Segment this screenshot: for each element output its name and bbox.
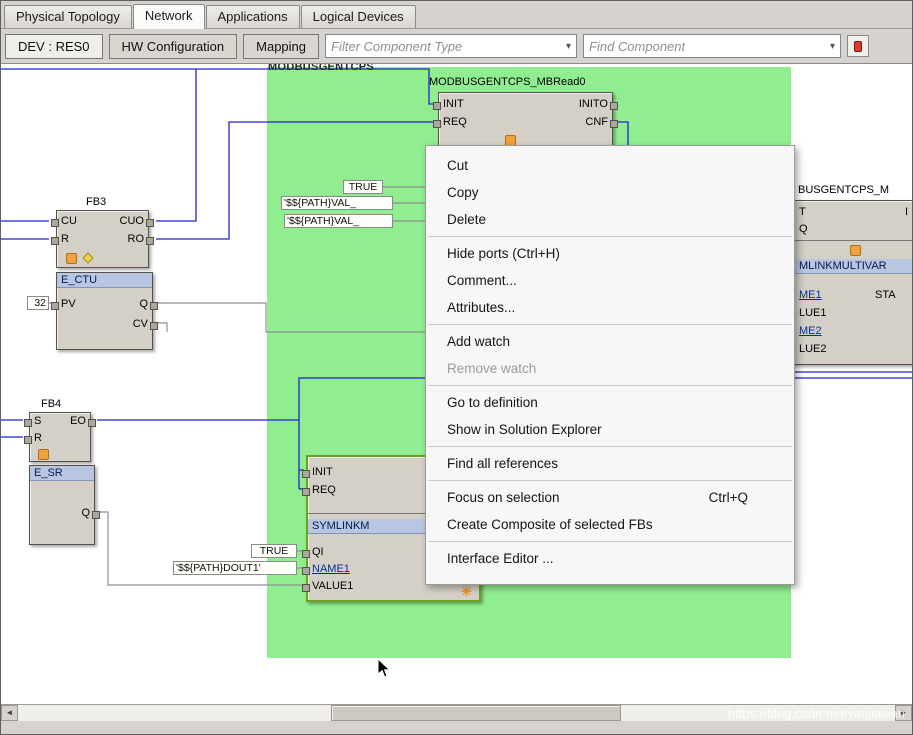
port-init[interactable]: INIT [312, 466, 333, 479]
mapping-button[interactable]: Mapping [243, 34, 319, 59]
menu-item-remove-watch: Remove watch [426, 355, 794, 382]
hw-configuration-button[interactable]: HW Configuration [109, 34, 238, 59]
tab-bar: Physical Topology Network Applications L… [1, 1, 912, 29]
menu-item-show-in-solution-explorer[interactable]: Show in Solution Explorer [426, 416, 794, 443]
fb4-esr-block[interactable]: E_SR Q [29, 465, 95, 545]
online-mode-button[interactable] [847, 35, 869, 57]
menu-item-focus-on-selection[interactable]: Focus on selectionCtrl+Q [426, 484, 794, 511]
port-inito[interactable]: INITO [579, 98, 608, 111]
menu-item-go-to-definition[interactable]: Go to definition [426, 389, 794, 416]
flag-icon [82, 252, 93, 263]
port-name1[interactable]: NAME1 [312, 563, 350, 576]
tab-logical-devices[interactable]: Logical Devices [301, 5, 416, 28]
value-label-pv[interactable]: 32 [27, 296, 49, 310]
find-placeholder: Find Component [589, 39, 685, 54]
menu-item-find-all-references[interactable]: Find all references [426, 450, 794, 477]
port-eo[interactable]: EO [70, 415, 86, 428]
watch-badge-icon [66, 253, 77, 264]
port-name1-fragment[interactable]: ME1 [799, 289, 822, 302]
menu-item-add-watch[interactable]: Add watch [426, 328, 794, 355]
menu-shortcut: Ctrl+Q [709, 484, 748, 511]
red-square-icon [854, 41, 862, 52]
port-cuo[interactable]: CUO [120, 215, 144, 228]
filter-placeholder: Filter Component Type [331, 39, 462, 54]
menu-separator [428, 324, 792, 325]
fb-title-right: BUSGENTCPS_M [798, 184, 889, 196]
port-req-fragment[interactable]: Q [799, 223, 808, 236]
fb-instance-label-modbusgentcps: MODBUSGENTCPS [268, 64, 374, 73]
menu-item-attributes[interactable]: Attributes... [426, 294, 794, 321]
port-value1[interactable]: VALUE1 [312, 580, 353, 593]
port-cu[interactable]: CU [61, 215, 77, 228]
port-name2-fragment[interactable]: ME2 [799, 325, 822, 338]
port-q[interactable]: Q [81, 507, 90, 520]
app-window: Physical Topology Network Applications L… [0, 0, 913, 735]
context-menu: Cut Copy Delete Hide ports (Ctrl+H) Comm… [425, 145, 795, 585]
dev-res0-button[interactable]: DEV : RES0 [5, 34, 103, 59]
menu-separator [428, 480, 792, 481]
menu-item-create-composite[interactable]: Create Composite of selected FBs [426, 511, 794, 538]
port-q[interactable]: Q [139, 298, 148, 311]
chevron-down-icon[interactable]: ▾ [824, 41, 835, 52]
fb3-ectu-block[interactable]: E_CTU PV Q CV [56, 272, 153, 350]
fb-title-fb4: FB4 [41, 398, 61, 410]
port-cv[interactable]: CV [133, 318, 148, 331]
tab-physical-topology[interactable]: Physical Topology [4, 5, 132, 28]
scroll-left-button[interactable]: ◄ [1, 705, 18, 721]
value-label-true[interactable]: TRUE [343, 180, 383, 194]
watch-badge-icon [850, 245, 861, 256]
fb-title-mbread0: MODBUSGENTCPS_MBRead0 [429, 76, 586, 88]
network-editor-canvas[interactable]: MODBUSGENTCPS MODBUSGENTCPS_MBRead0 INIT… [1, 64, 912, 704]
menu-item-copy[interactable]: Copy [426, 179, 794, 206]
port-inito-fragment[interactable]: I [905, 206, 908, 219]
port-qi[interactable]: QI [312, 546, 324, 559]
port-status-fragment[interactable]: STA [875, 289, 896, 302]
toolbar: DEV : RES0 HW Configuration Mapping Filt… [1, 29, 912, 64]
port-r[interactable]: R [34, 432, 42, 445]
port-cnf[interactable]: CNF [585, 116, 608, 129]
fb-title-fb3: FB3 [86, 196, 106, 208]
find-component-combobox[interactable]: Find Component ▾ [583, 34, 841, 58]
menu-separator [428, 446, 792, 447]
menu-separator [428, 385, 792, 386]
port-value1-fragment[interactable]: LUE1 [799, 307, 827, 320]
port-pv[interactable]: PV [61, 298, 76, 311]
port-init-fragment[interactable]: T [799, 206, 806, 219]
value-label-path-dout1[interactable]: '$${PATH}DOUT1' [173, 561, 297, 575]
port-value2-fragment[interactable]: LUE2 [799, 343, 827, 356]
watermark: https://blog.csdn.net/yaojiawan [728, 707, 905, 721]
tab-applications[interactable]: Applications [206, 5, 300, 28]
fb-type-band: E_CTU [57, 273, 152, 288]
menu-item-cut[interactable]: Cut [426, 152, 794, 179]
tab-network[interactable]: Network [133, 4, 205, 29]
value-label-true[interactable]: TRUE [251, 544, 297, 558]
mouse-cursor [377, 658, 391, 679]
menu-item-hide-ports[interactable]: Hide ports (Ctrl+H) [426, 240, 794, 267]
fb-type-band: E_SR [30, 466, 94, 481]
port-req[interactable]: REQ [443, 116, 467, 129]
chevron-down-icon[interactable]: ▾ [560, 41, 571, 52]
scroll-thumb[interactable] [331, 705, 621, 721]
value-label-path-val[interactable]: '$${PATH}VAL_ [284, 214, 393, 228]
menu-item-interface-editor[interactable]: Interface Editor ... [426, 545, 794, 572]
port-s[interactable]: S [34, 415, 41, 428]
fb4-event-block[interactable]: S R EO [29, 412, 91, 462]
port-init[interactable]: INIT [443, 98, 464, 111]
smart-tag-icon[interactable]: ✳ [461, 585, 472, 598]
menu-item-comment[interactable]: Comment... [426, 267, 794, 294]
port-r[interactable]: R [61, 233, 69, 246]
filter-component-type-combobox[interactable]: Filter Component Type ▾ [325, 34, 577, 58]
watch-badge-icon [38, 449, 49, 460]
port-ro[interactable]: RO [128, 233, 145, 246]
fb3-event-block[interactable]: CU R CUO RO [56, 210, 149, 268]
value-label-path-val[interactable]: '$${PATH}VAL_ [281, 196, 393, 210]
menu-separator [428, 236, 792, 237]
menu-separator [428, 541, 792, 542]
menu-item-delete[interactable]: Delete [426, 206, 794, 233]
port-req[interactable]: REQ [312, 484, 336, 497]
